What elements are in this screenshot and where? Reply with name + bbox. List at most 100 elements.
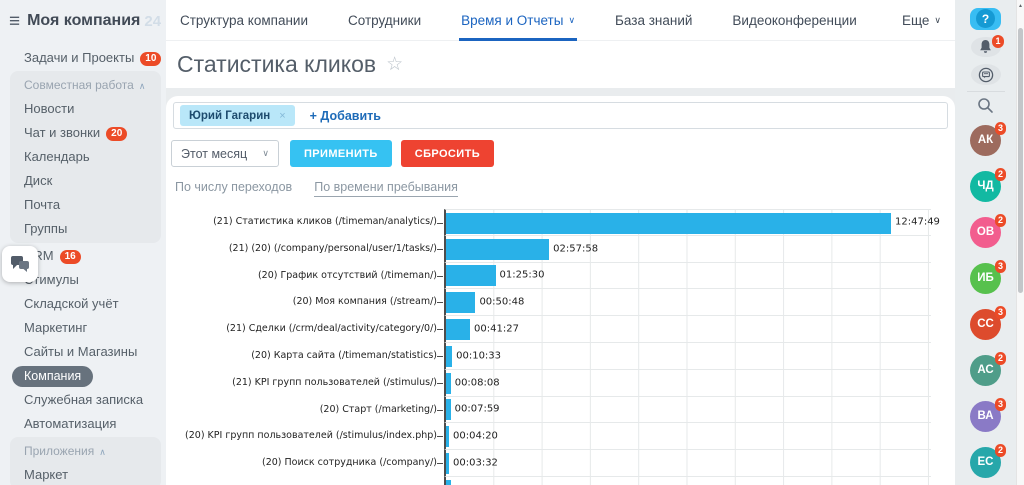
rail-avatars: АК 3 ЧД 2 ОВ 2 ИБ 3 СС 3 АС 2 ВА 3 ЕС 2 [970, 117, 1001, 485]
chevron-down-icon: ∨ [262, 148, 269, 159]
user-avatar[interactable]: СС 3 [970, 309, 1001, 340]
notifications-badge: 1 [992, 35, 1003, 48]
notifications-button[interactable]: 1 [971, 37, 1001, 58]
user-avatar[interactable]: ВА 3 [970, 401, 1001, 432]
user-avatar[interactable]: АК 3 [970, 125, 1001, 156]
favorite-star-icon[interactable]: ☆ [386, 53, 403, 76]
sidebar-item[interactable]: Совместная работа∧ [10, 73, 161, 97]
chart-bar [446, 480, 451, 485]
chart-row-plot: 00:08:08 [444, 370, 931, 397]
nav-item[interactable]: Время и Отчеты∨ [461, 0, 575, 41]
chart-row-plot: 00:07:59 [444, 397, 931, 424]
counter-badge: 16 [60, 250, 81, 264]
nav-item-more[interactable]: Еще∨ [902, 0, 941, 41]
filter-tag-label: Юрий Гагарин [189, 110, 270, 122]
chevron-down-icon: ∨ [934, 15, 941, 25]
chart-bar [446, 319, 470, 340]
sidebar-item[interactable]: Сайты и Магазины [0, 340, 166, 364]
chart-row-label: (20) Старт (/marketing/) [166, 397, 444, 424]
chart-row: (20) Карта сайта (/timeman/statistics) 0… [166, 343, 955, 370]
sidebar-item[interactable]: Задачи и Проекты10 [0, 46, 166, 70]
chart-row: (20) KPI групп пользователей (/stimulus/… [166, 423, 955, 450]
help-button[interactable]: ? [970, 8, 1001, 30]
chevron-up-icon: ∧ [99, 447, 106, 457]
sidebar-item[interactable]: Диск [10, 169, 161, 193]
brand-suffix: 24 [144, 13, 161, 30]
apply-button[interactable]: ПРИМЕНИТЬ [290, 140, 392, 167]
axis-tick [437, 249, 443, 250]
nav-item[interactable]: Видеоконференции [732, 0, 856, 41]
nav-item[interactable]: База знаний [615, 0, 692, 41]
chart-tab[interactable]: По времени пребывания [314, 180, 458, 197]
sidebar-item[interactable]: Маркет [10, 463, 161, 485]
chart-row-label: (21) Статистика кликов (/timeman/analyti… [166, 209, 444, 236]
chart-row-label: (20) Поиск сотрудника (/company/) [166, 450, 444, 477]
axis-tick [437, 383, 443, 384]
avatar-badge: 3 [995, 306, 1006, 319]
sidebar-item[interactable]: Складской учёт [0, 292, 166, 316]
search-button[interactable] [971, 97, 1001, 114]
user-avatar[interactable]: ИБ 3 [970, 263, 1001, 294]
filter-search-box[interactable]: Юрий Гагарин × + Добавить [173, 102, 948, 129]
user-avatar[interactable]: АС 2 [970, 355, 1001, 386]
chart-row-label: (21) Сделки (/crm/deal/activity/category… [166, 316, 444, 343]
avatar-badge: 3 [995, 260, 1006, 273]
sidebar-item[interactable]: Маркетинг [0, 316, 166, 340]
period-select[interactable]: Этот месяц ∨ [171, 140, 279, 167]
remove-tag-icon[interactable]: × [279, 110, 285, 122]
chart-bar-value: 01:25:30 [500, 270, 545, 281]
page-header: Статистика кликов ☆ [166, 41, 955, 88]
click-statistics-chart: (21) Статистика кликов (/timeman/analyti… [166, 209, 955, 485]
avatar-badge: 2 [995, 214, 1006, 227]
chart-bar-value: 00:04:20 [453, 431, 498, 442]
workarea-card: Юрий Гагарин × + Добавить Этот месяц ∨ П… [166, 96, 955, 485]
chart-bar [446, 239, 549, 260]
sidebar-item[interactable]: Приложения∧ [10, 439, 161, 463]
chart-row-label: (21) KPI групп пользователей (/stimulus/… [166, 370, 444, 397]
nav-item[interactable]: Сотрудники [348, 0, 421, 41]
chart-bar-value: 00:07:59 [455, 404, 500, 415]
user-avatar[interactable]: ОВ 2 [970, 217, 1001, 248]
scrollbar-thumb[interactable] [1018, 28, 1023, 293]
sidebar-item[interactable]: Календарь [10, 145, 161, 169]
chat-messages-icon [978, 67, 994, 83]
page-title: Статистика кликов [177, 51, 376, 78]
chart-row: (20) Поиск сотрудника (/company/) 00:03:… [166, 450, 955, 477]
chart-row-plot: 01:25:30 [444, 263, 931, 290]
filter-tag-user[interactable]: Юрий Гагарин × [180, 105, 295, 126]
add-filter-button[interactable]: + Добавить [310, 109, 381, 123]
sidebar-item[interactable]: Чат и звонки20 [10, 121, 161, 145]
chart-tab[interactable]: По числу переходов [175, 180, 292, 197]
chevron-down-icon: ∨ [568, 15, 575, 25]
axis-tick [437, 436, 443, 437]
sidebar-item[interactable]: Новости [10, 97, 161, 121]
chart-bar [446, 373, 451, 394]
chart-row: (21) Сделки (/crm/deal/activity/category… [166, 316, 955, 343]
chart-row-label: (20) Моя компания (/stream/) [166, 289, 444, 316]
sidebar-item[interactable]: Служебная записка [0, 388, 166, 412]
chart-bar [446, 292, 475, 313]
chart-bar-value: 00:41:27 [474, 324, 519, 335]
chat-widget-button[interactable] [2, 246, 38, 282]
top-nav: Структура компании Сотрудники Время и От… [166, 0, 955, 41]
axis-tick [437, 356, 443, 357]
messenger-button[interactable] [971, 64, 1001, 85]
axis-tick [437, 463, 443, 464]
user-avatar[interactable]: ЕС 2 [970, 447, 1001, 478]
sidebar-item[interactable]: Автоматизация [0, 412, 166, 436]
chart-row-plot: 12:47:49 [444, 209, 931, 236]
sidebar-item[interactable]: Компания [0, 364, 166, 388]
company-name[interactable]: Моя компания [27, 12, 140, 30]
avatar-badge: 2 [995, 444, 1006, 457]
main-area: Структура компании Сотрудники Время и От… [166, 0, 955, 485]
reset-button[interactable]: СБРОСИТЬ [401, 140, 494, 167]
user-avatar[interactable]: ЧД 2 [970, 171, 1001, 202]
sidebar-item[interactable]: Группы [10, 217, 161, 241]
chart-bar [446, 213, 891, 234]
page-scrollbar[interactable]: ▲ [1016, 0, 1024, 485]
hamburger-menu-icon[interactable]: ≡ [9, 12, 20, 31]
chart-bar [446, 346, 452, 367]
sidebar-item[interactable]: Почта [10, 193, 161, 217]
scroll-up-arrow-icon[interactable]: ▲ [1017, 3, 1024, 9]
nav-item[interactable]: Структура компании [180, 0, 308, 41]
